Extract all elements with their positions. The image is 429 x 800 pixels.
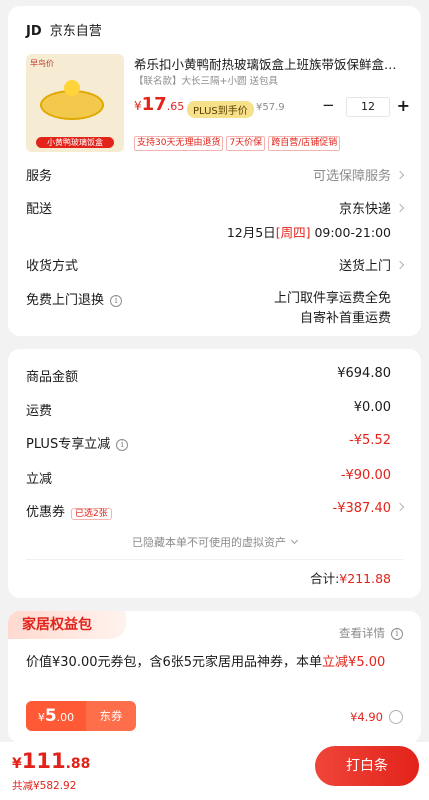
delivery-time: 12月5日[周四] 09:00-21:00 (226, 225, 391, 240)
service-row[interactable]: 服务 可选保障服务 (26, 165, 405, 185)
summary-total: 合计:¥211.88 (310, 571, 391, 586)
coupon-chip-type: 东券 (99, 709, 123, 723)
delivery-row[interactable]: 配送 京东快递 12月5日[周四] 09:00-21:00 (26, 198, 405, 242)
checkout-bar: ¥111.88 共减¥582.92 打白条 (0, 742, 429, 800)
benefit-price: ¥4.90 (350, 710, 383, 724)
view-details-link[interactable]: 查看详情 i (339, 625, 403, 641)
product-image[interactable]: 早鸟价 小黄鸭玻璃饭盒 (26, 54, 124, 152)
product-title[interactable]: 希乐扣小黄鸭耐热玻璃饭盒上班族带饭保鲜盒… (134, 54, 404, 73)
plus-price-badge: PLUS到手价 (187, 101, 254, 118)
tag-price-protect: 7天价保 (226, 136, 266, 151)
product-price: ¥17.65 (134, 94, 185, 115)
benefit-description: 价值¥30.00元券包，含6张5元家居用品神券，本单立减¥5.00 (26, 655, 386, 670)
info-icon[interactable]: i (116, 438, 129, 451)
image-caption: 小黄鸭玻璃饭盒 (36, 137, 114, 148)
quantity-stepper[interactable]: − 12 + (320, 96, 410, 118)
chevron-right-icon (395, 502, 405, 512)
original-price: ¥57.9 (256, 102, 285, 113)
coupon-chip-value: ¥5.00 (26, 701, 86, 731)
info-icon: i (391, 627, 403, 640)
benefit-pack-card: 家居权益包 查看详情 i 价值¥30.00元券包，含6张5元家居用品神券，本单立减… (8, 611, 421, 743)
summary-divider (26, 559, 403, 560)
info-icon[interactable]: i (110, 294, 123, 307)
benefit-pack-title: 家居权益包 (8, 611, 126, 639)
chevron-right-icon (395, 170, 405, 180)
price-summary-card: 商品金额 ¥694.80 运费 ¥0.00 PLUS专享立减 i -¥5.52 立… (8, 349, 421, 598)
pay-button[interactable]: 打白条 (315, 746, 419, 786)
service-tags: 支持30天无理由退货 7天价保 跨自营/店铺促销 (134, 130, 343, 151)
coupon-chip: ¥5.00 东券 (26, 701, 136, 731)
coupon-selected-badge: 已选2张 (71, 508, 112, 520)
tag-30-day-return: 支持30天无理由退货 (134, 136, 224, 151)
store-header[interactable]: JD 京东自营 (26, 20, 102, 39)
benefit-radio[interactable] (389, 710, 403, 724)
footer-saved: 共减¥582.92 (12, 780, 77, 792)
product-spec[interactable]: 【联名款】大长三隔+小圆 送包具 (134, 73, 278, 87)
hidden-assets-note[interactable]: 已隐藏本单不可使用的虚拟资产 (8, 534, 421, 550)
tag-cross-promo: 跨自营/店铺促销 (268, 136, 341, 151)
qty-plus-button[interactable]: + (397, 96, 410, 115)
chevron-right-icon (395, 260, 405, 270)
qty-input[interactable]: 12 (346, 97, 390, 117)
free-return-row: 免费上门退换 i 上门取件享运费全免 自寄补首重运费 (26, 291, 391, 326)
pickup-row[interactable]: 收货方式 送货上门 (26, 255, 405, 275)
product-card: JD 京东自营 早鸟价 小黄鸭玻璃饭盒 希乐扣小黄鸭耐热玻璃饭盒上班族带饭保鲜盒… (8, 6, 421, 336)
jd-logo: JD (26, 24, 42, 39)
footer-total: ¥111.88 (12, 749, 91, 773)
duck-graphic (64, 80, 80, 96)
qty-minus-button[interactable]: − (322, 96, 335, 114)
chevron-right-icon (395, 203, 405, 213)
store-name: 京东自营 (49, 24, 102, 39)
image-badge: 早鸟价 (30, 59, 54, 68)
chevron-down-icon (290, 536, 299, 545)
